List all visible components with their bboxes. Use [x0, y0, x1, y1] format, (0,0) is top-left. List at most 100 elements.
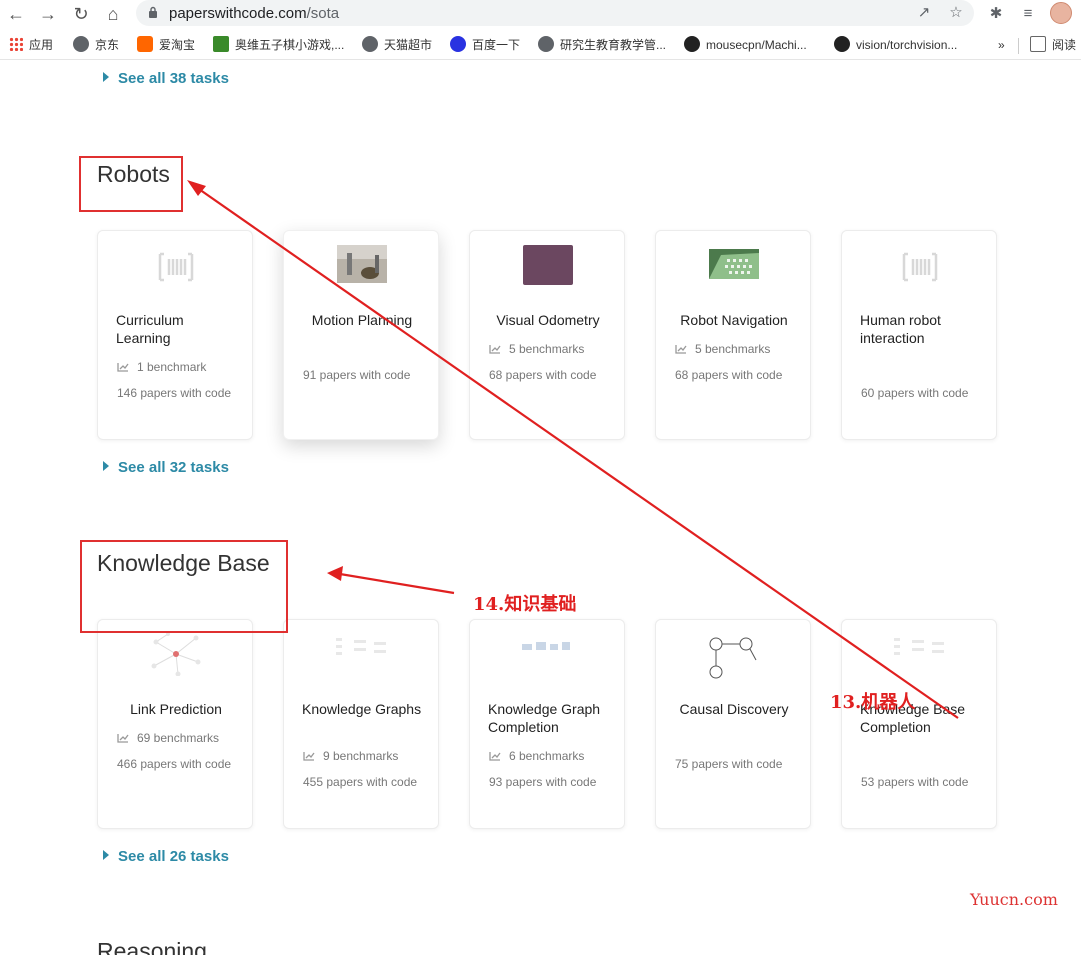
- url-path: /sota: [306, 5, 340, 22]
- card-benchmarks: 5 benchmarks: [489, 342, 584, 356]
- task-card-knowledge-base-completion[interactable]: Knowledge Base Completion 53 papers with…: [841, 619, 997, 829]
- line-chart-icon: [117, 734, 129, 743]
- url-host: paperswithcode.com: [169, 5, 307, 22]
- annotation-label-robots: 13.机器人: [830, 692, 916, 713]
- kb-completion-thumbnail: [894, 638, 944, 655]
- line-chart-icon: [489, 752, 501, 761]
- bookmark-grad-edu[interactable]: 研究生教育教学管...: [538, 36, 666, 54]
- see-all-label: See all 32 tasks: [118, 459, 229, 476]
- task-card-curriculum-learning[interactable]: Curriculum Learning 1 benchmark 146 pape…: [97, 230, 253, 440]
- bookmarks-divider: [1018, 38, 1019, 54]
- globe-icon: [362, 36, 378, 52]
- card-title: Motion Planning: [311, 312, 413, 328]
- benchmarks-label: 5 benchmarks: [509, 342, 585, 356]
- task-card-knowledge-graphs[interactable]: Knowledge Graphs 9 benchmarks 455 papers…: [283, 619, 439, 829]
- bookmarks-bar: 应用 京东 爱淘宝 奥维五子棋小游戏,... 天猫超市 百度一下 研究生教育教学…: [0, 30, 1081, 60]
- bookmark-label: mousecpn/Machi...: [706, 38, 807, 52]
- line-chart-icon: [675, 345, 687, 354]
- benchmarks-label: 69 benchmarks: [137, 731, 220, 745]
- bookmark-jd[interactable]: 京东: [73, 36, 119, 54]
- arrowhead-robots: [187, 180, 206, 196]
- more-bookmarks-icon[interactable]: »: [998, 36, 1005, 54]
- bookmark-apps[interactable]: 应用: [9, 36, 53, 54]
- github-icon: [834, 36, 850, 52]
- card-papers: 455 papers with code: [303, 775, 418, 789]
- card-benchmarks: 6 benchmarks: [489, 749, 584, 763]
- globe-icon: [73, 36, 89, 52]
- bookmark-torchvision[interactable]: vision/torchvision...: [834, 36, 957, 54]
- bookmark-aitaobao[interactable]: 爱淘宝: [137, 36, 195, 54]
- robot-navigation-thumbnail: [709, 249, 759, 279]
- address-bar[interactable]: paperswithcode.com/sota ↗ ☆: [136, 0, 974, 26]
- task-card-human-robot-interaction[interactable]: Human robot interaction 60 papers with c…: [841, 230, 997, 440]
- placeholder-barcode-icon: [902, 252, 938, 282]
- task-card-visual-odometry[interactable]: Visual Odometry 5 benchmarks 68 papers w…: [469, 230, 625, 440]
- bookmark-mousecpn[interactable]: mousecpn/Machi...: [684, 36, 807, 54]
- card-papers: 466 papers with code: [117, 757, 232, 771]
- task-card-link-prediction[interactable]: Link Prediction 69 benchmarks 466 papers…: [97, 619, 253, 829]
- card-title: Knowledge Graph Completion: [488, 701, 601, 735]
- benchmarks-label: 5 benchmarks: [695, 342, 771, 356]
- card-benchmarks: 5 benchmarks: [675, 342, 770, 356]
- annotation-label-knowledge: 14.知识基础: [473, 594, 577, 615]
- see-all-knowledge-base-tasks-link[interactable]: See all 26 tasks: [103, 848, 229, 865]
- task-card-knowledge-graph-completion[interactable]: Knowledge Graph Completion 6 benchmarks …: [469, 619, 625, 829]
- task-card-motion-planning[interactable]: Motion Planning 91 papers with code: [283, 230, 439, 440]
- apps-grid-icon: [9, 37, 23, 51]
- caret-right-icon: [103, 850, 109, 860]
- card-benchmarks: 9 benchmarks: [303, 749, 398, 763]
- card-papers: 53 papers with code: [861, 775, 969, 789]
- kg-completion-thumbnail: [522, 642, 570, 650]
- bookmark-reading-list[interactable]: 阅读: [1030, 36, 1076, 54]
- card-title: Knowledge Graphs: [302, 701, 422, 717]
- card-title: Causal Discovery: [679, 701, 789, 717]
- forward-icon[interactable]: →: [37, 3, 59, 25]
- bookmark-baidu[interactable]: 百度一下: [450, 36, 520, 54]
- see-all-label: See all 26 tasks: [118, 848, 229, 865]
- benchmarks-label: 9 benchmarks: [323, 749, 399, 763]
- caret-right-icon: [103, 461, 109, 471]
- globe-icon: [538, 36, 554, 52]
- placeholder-barcode-icon: [158, 252, 194, 282]
- arrowhead-knowledge-base: [327, 566, 343, 581]
- profile-avatar[interactable]: [1050, 2, 1072, 24]
- bookmark-tmall[interactable]: 天猫超市: [362, 36, 432, 54]
- task-card-robot-navigation[interactable]: Robot Navigation 5 benchmarks 68 papers …: [655, 230, 811, 440]
- card-papers: 93 papers with code: [489, 775, 597, 789]
- link-prediction-graph-thumbnail: [151, 632, 201, 676]
- bookmark-label: 奥维五子棋小游戏,...: [235, 38, 345, 52]
- card-papers: 91 papers with code: [303, 368, 411, 382]
- visual-odometry-thumbnail: [523, 245, 573, 285]
- task-card-causal-discovery[interactable]: Causal Discovery 75 papers with code: [655, 619, 811, 829]
- bookmark-label: vision/torchvision...: [856, 38, 958, 52]
- share-icon[interactable]: ↗: [914, 3, 934, 23]
- card-papers: 68 papers with code: [489, 368, 597, 382]
- extensions-icon[interactable]: ✱: [985, 3, 1007, 25]
- card-papers: 60 papers with code: [861, 386, 969, 400]
- line-chart-icon: [489, 345, 501, 354]
- reload-icon[interactable]: ↻: [70, 3, 92, 25]
- baidu-icon: [450, 36, 466, 52]
- bookmark-label: 百度一下: [472, 38, 521, 52]
- card-benchmarks: 69 benchmarks: [117, 731, 219, 745]
- reading-list-toolbar-icon[interactable]: ≡: [1017, 3, 1039, 25]
- annotation-box-robots: [79, 156, 183, 212]
- bookmark-label: 阅读: [1052, 38, 1077, 52]
- see-all-robots-tasks-link[interactable]: See all 32 tasks: [103, 459, 229, 476]
- card-papers: 146 papers with code: [117, 386, 232, 400]
- watermark: Yuucn.com: [970, 890, 1058, 909]
- bookmark-gomoku[interactable]: 奥维五子棋小游戏,...: [213, 36, 344, 54]
- lock-icon: [149, 6, 157, 18]
- knowledge-graph-thumbnail: [336, 638, 386, 655]
- bookmark-label: »: [998, 38, 1005, 52]
- see-all-tasks-link[interactable]: See all 38 tasks: [103, 70, 229, 87]
- browser-toolbar: ← → ↻ ⌂ paperswithcode.com/sota ↗ ☆ ✱ ≡: [0, 0, 1081, 28]
- home-icon[interactable]: ⌂: [102, 3, 124, 25]
- bookmark-star-icon[interactable]: ☆: [946, 3, 966, 23]
- back-icon[interactable]: ←: [5, 3, 27, 25]
- game-icon: [213, 36, 229, 52]
- line-chart-icon: [303, 752, 315, 761]
- reading-list-icon: [1030, 36, 1046, 52]
- motion-planning-thumbnail: [337, 245, 387, 283]
- taobao-icon: [137, 36, 153, 52]
